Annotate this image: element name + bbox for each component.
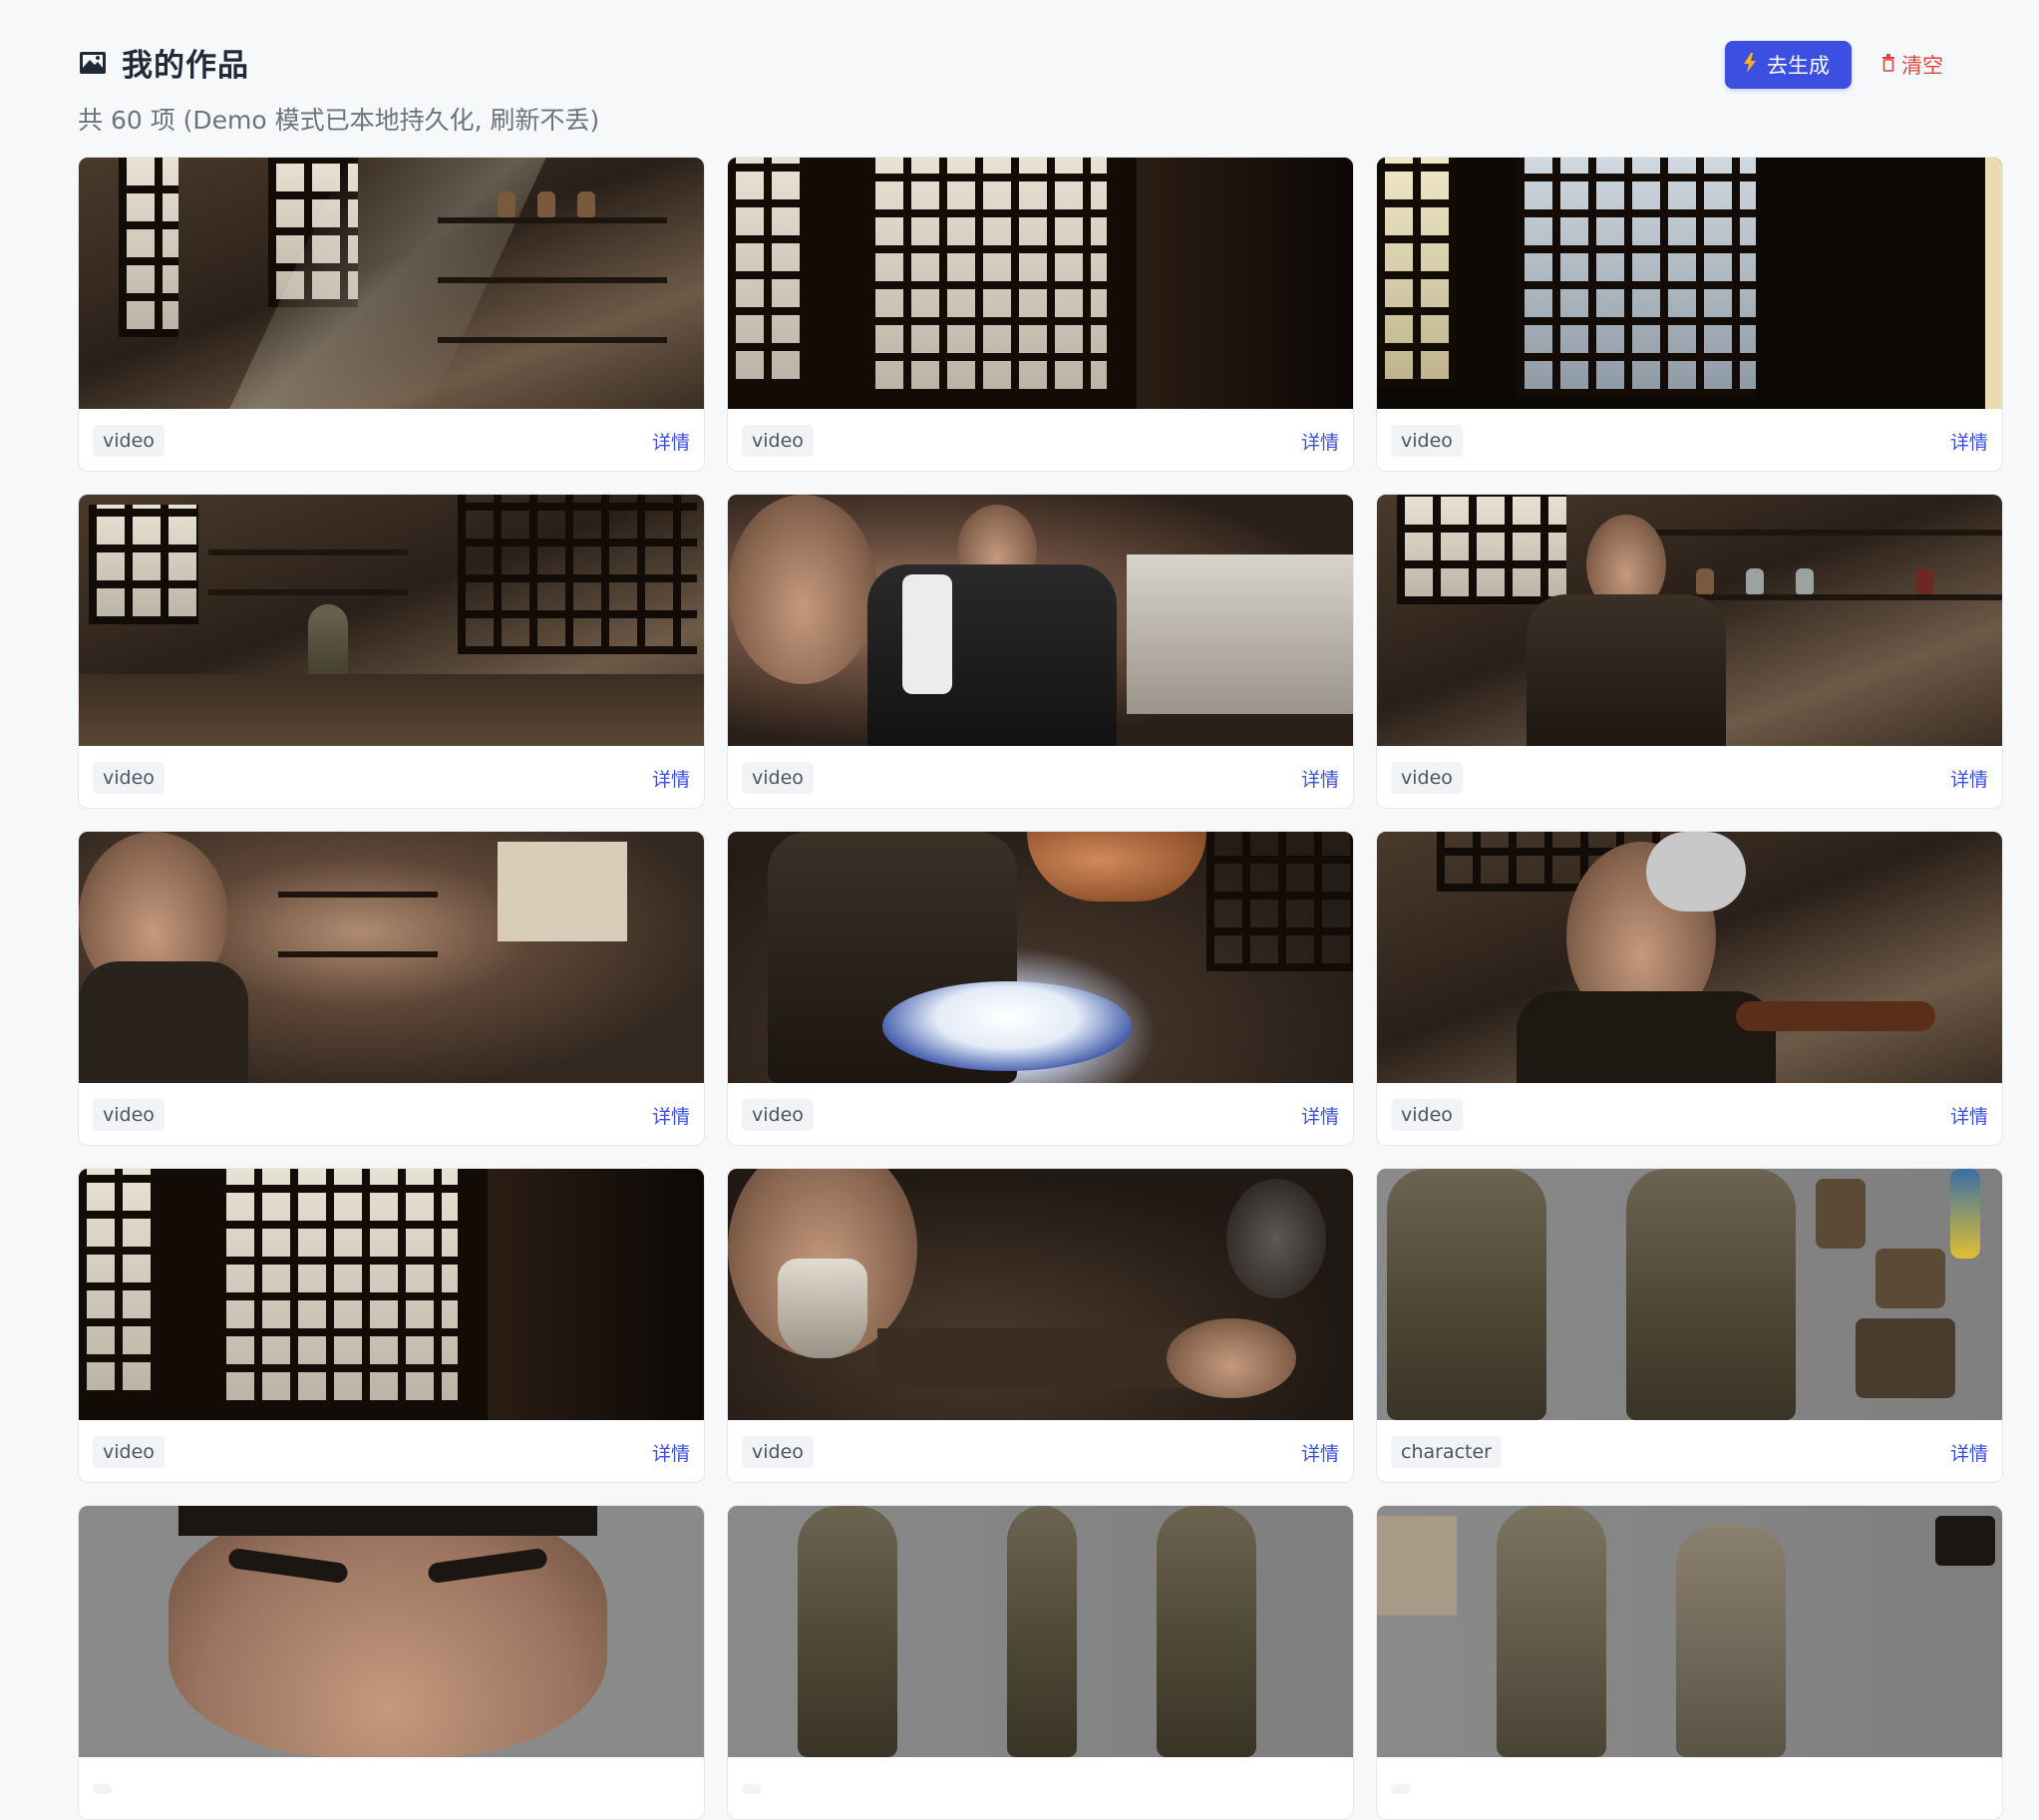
detail-link[interactable]: 详情 <box>652 765 690 792</box>
header-actions: 去生成 清空 <box>1725 41 1961 89</box>
clear-button[interactable]: 清空 <box>1881 50 1961 80</box>
work-type-tag: video <box>93 425 165 457</box>
work-card[interactable]: video 详情 <box>727 494 1354 809</box>
detail-link[interactable]: 详情 <box>1301 765 1339 792</box>
work-thumbnail[interactable] <box>728 832 1353 1083</box>
work-card[interactable]: video 详情 <box>727 1168 1354 1483</box>
detail-link[interactable]: 详情 <box>1950 765 1988 792</box>
work-thumbnail[interactable] <box>79 832 704 1083</box>
work-thumbnail[interactable] <box>79 1506 704 1757</box>
work-card[interactable]: video 详情 <box>727 831 1354 1146</box>
page-header: 我的作品 共 60 项 (Demo 模式已本地持久化, 刷新不丢) 去生成 清空 <box>78 40 1961 140</box>
work-thumbnail[interactable] <box>728 1506 1353 1757</box>
work-type-tag: video <box>93 1436 165 1468</box>
gallery-icon <box>78 48 108 78</box>
work-type-tag: character <box>1391 1436 1502 1468</box>
work-card[interactable]: video 详情 <box>1376 157 2003 472</box>
work-type-tag: video <box>93 1099 165 1131</box>
work-card[interactable]: video 详情 <box>78 157 705 472</box>
clear-button-label: 清空 <box>1901 54 1943 78</box>
card-footer: video 详情 <box>79 746 704 808</box>
work-card[interactable]: video 详情 <box>727 157 1354 472</box>
generate-button[interactable]: 去生成 <box>1725 41 1852 89</box>
card-footer: video 详情 <box>79 409 704 471</box>
card-footer: video 详情 <box>79 1420 704 1482</box>
card-footer: video 详情 <box>728 409 1353 471</box>
card-footer: character 详情 <box>1377 1420 2002 1482</box>
work-card[interactable]: video 详情 <box>78 494 705 809</box>
work-thumbnail[interactable] <box>1377 832 2002 1083</box>
work-type-tag: video <box>1391 762 1463 794</box>
detail-link[interactable]: 详情 <box>1950 1439 1988 1466</box>
work-type-tag <box>1391 1784 1411 1794</box>
work-type-tag: video <box>93 762 165 794</box>
detail-link[interactable]: 详情 <box>1301 1439 1339 1466</box>
work-thumbnail[interactable] <box>728 495 1353 746</box>
work-card[interactable]: video 详情 <box>1376 494 2003 809</box>
detail-link[interactable]: 详情 <box>652 1102 690 1129</box>
work-type-tag: video <box>742 425 814 457</box>
work-type-tag: video <box>742 1099 814 1131</box>
lightning-icon <box>1743 52 1757 78</box>
work-type-tag: video <box>742 1436 814 1468</box>
work-thumbnail[interactable] <box>1377 158 2002 409</box>
work-card[interactable] <box>78 1505 705 1820</box>
work-card[interactable]: video 详情 <box>1376 831 2003 1146</box>
work-thumbnail[interactable] <box>79 1169 704 1420</box>
work-card[interactable] <box>1376 1505 2003 1820</box>
card-footer: video 详情 <box>728 746 1353 808</box>
card-footer: video 详情 <box>79 1083 704 1145</box>
page-subtitle: 共 60 项 (Demo 模式已本地持久化, 刷新不丢) <box>78 106 600 135</box>
card-footer <box>728 1757 1353 1819</box>
detail-link[interactable]: 详情 <box>1950 1102 1988 1129</box>
work-type-tag: video <box>742 762 814 794</box>
card-footer: video 详情 <box>728 1420 1353 1482</box>
card-footer: video 详情 <box>1377 746 2002 808</box>
detail-link[interactable]: 详情 <box>652 428 690 455</box>
trash-icon <box>1881 53 1895 77</box>
detail-link[interactable]: 详情 <box>1950 428 1988 455</box>
card-footer <box>1377 1757 2002 1819</box>
page-title: 我的作品 <box>122 48 249 84</box>
work-card[interactable]: character 详情 <box>1376 1168 2003 1483</box>
detail-link[interactable]: 详情 <box>652 1439 690 1466</box>
work-type-tag: video <box>1391 1099 1463 1131</box>
work-thumbnail[interactable] <box>1377 1169 2002 1420</box>
work-thumbnail[interactable] <box>728 1169 1353 1420</box>
work-type-tag <box>742 1784 762 1794</box>
work-thumbnail[interactable] <box>728 158 1353 409</box>
work-thumbnail[interactable] <box>1377 495 2002 746</box>
title-row: 我的作品 <box>78 40 1961 85</box>
detail-link[interactable]: 详情 <box>1301 1102 1339 1129</box>
works-grid: video 详情 video 详情 video 详情 video 详情 vide… <box>78 157 2003 1820</box>
card-footer: video 详情 <box>728 1083 1353 1145</box>
work-thumbnail[interactable] <box>79 158 704 409</box>
card-footer <box>79 1757 704 1819</box>
card-footer: video 详情 <box>1377 409 2002 471</box>
work-card[interactable]: video 详情 <box>78 1168 705 1483</box>
card-footer: video 详情 <box>1377 1083 2002 1145</box>
detail-link[interactable]: 详情 <box>1301 428 1339 455</box>
work-card[interactable] <box>727 1505 1354 1820</box>
work-thumbnail[interactable] <box>1377 1506 2002 1757</box>
work-thumbnail[interactable] <box>79 495 704 746</box>
generate-button-label: 去生成 <box>1767 54 1830 78</box>
work-card[interactable]: video 详情 <box>78 831 705 1146</box>
work-type-tag: video <box>1391 425 1463 457</box>
work-type-tag <box>93 1784 113 1794</box>
